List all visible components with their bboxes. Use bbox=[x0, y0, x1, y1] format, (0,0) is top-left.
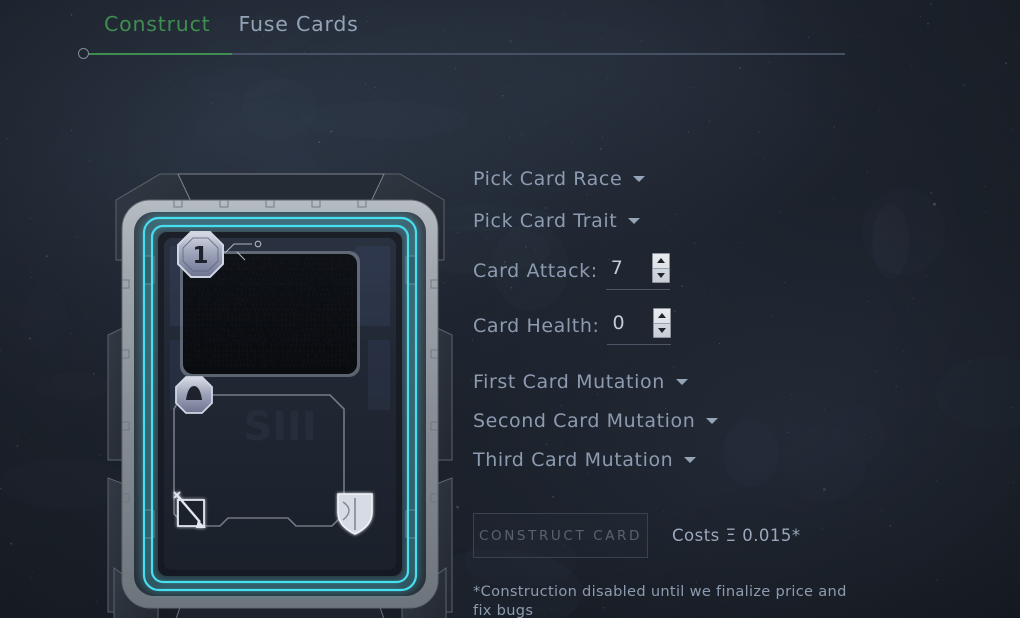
construction-disclaimer: *Construction disabled until we finalize… bbox=[473, 583, 847, 618]
svg-text:7vuuv1 bbkha 5f0 5nd 7rrwtsjt: 7vuuv1 bbkha 5f0 5nd 7rrwtsjt7d k rguckj… bbox=[185, 353, 359, 359]
pick-card-trait-label: Pick Card Trait bbox=[473, 210, 618, 232]
card-preview-panel: 8wh h 8 9n1pb5pve3rh3 ioylf6 aewya w 3 x… bbox=[100, 160, 460, 618]
tab-slider-knob[interactable] bbox=[78, 48, 89, 59]
construct-card-button[interactable]: CONSTRUCT CARD bbox=[473, 513, 648, 558]
card-health-stepper[interactable] bbox=[653, 308, 672, 338]
action-row: CONSTRUCT CARD Costs Ξ 0.015* bbox=[473, 513, 893, 558]
mutation-group: First Card Mutation Second Card Mutation… bbox=[473, 371, 893, 471]
first-card-mutation-label: First Card Mutation bbox=[473, 371, 665, 393]
svg-text:9t6jc35 n4sc7jbuw58haw43my8vq3: 9t6jc35 n4sc7jbuw58haw43my8vq3sls 37 ud5… bbox=[185, 282, 359, 288]
card-attack-label: Card Attack: bbox=[473, 260, 598, 282]
tab-construct[interactable]: Construct bbox=[104, 11, 211, 37]
svg-text:z7k djq xio2mj9r6erc1 j ms4c j: z7k djq xio2mj9r6erc1 j ms4c j ms5njo 3t… bbox=[185, 292, 359, 298]
chevron-down-icon bbox=[633, 176, 646, 182]
svg-text:dz3ehese8 bj xb2 z 9hi k178kz: dz3ehese8 bj xb2 z 9hi k178kz25hqvjy2 35… bbox=[185, 312, 359, 318]
svg-text:p1 64exbxec 85z 435cke u 82kv: p1 64exbxec 85z 435cke u 82kvkb n o8k1i … bbox=[185, 302, 359, 308]
svg-text:SIII: SIII bbox=[243, 404, 316, 450]
svg-text:ny bx4 3p xt8q95cl v hz a: ny bx4 3p xt8q95cl v hz a 2 a zhibz4u2jk bbox=[185, 297, 359, 303]
svg-text:60 f7 guu1jp3r fzx uk1c r5tv m: 60 f7 guu1jp3r fzx uk1c r5tv m4hymqo7rg8… bbox=[185, 358, 359, 364]
first-card-mutation-select[interactable]: First Card Mutation bbox=[473, 371, 893, 393]
tab-bar: Construct Fuse Cards bbox=[0, 6, 1020, 59]
card-construction-form: Pick Card Race Pick Card Trait Card Atta… bbox=[473, 168, 893, 618]
card-attack-row: Card Attack: bbox=[473, 252, 893, 290]
card-attack-stepper[interactable] bbox=[651, 253, 670, 283]
pick-card-trait-select[interactable]: Pick Card Trait bbox=[473, 210, 893, 232]
card-attack-increment[interactable] bbox=[652, 254, 669, 269]
card-attack-decrement[interactable] bbox=[653, 269, 669, 283]
pick-card-race-label: Pick Card Race bbox=[473, 168, 623, 190]
svg-text:6yhcr3q2z16hdf76a jm y cuamt6j: 6yhcr3q2z16hdf76a jm y cuamt6jfs rofe8 f… bbox=[185, 363, 359, 369]
svg-text:lr3n8k wi j mo3nb 356i 25 y9: lr3n8k wi j mo3nb 356i 25 y9e4s aa ao3mc… bbox=[185, 287, 359, 293]
card-health-row: Card Health: bbox=[473, 307, 893, 345]
chevron-down-icon bbox=[628, 218, 641, 224]
card-health-decrement[interactable] bbox=[654, 324, 670, 338]
card-health-input[interactable] bbox=[607, 312, 654, 334]
card-health-increment[interactable] bbox=[654, 309, 671, 324]
mana-orb-icon bbox=[175, 376, 213, 414]
pick-card-race-select[interactable]: Pick Card Race bbox=[473, 168, 893, 190]
svg-text:xn5f1hfie kp2h haqn r1j7 io d: xn5f1hfie kp2h haqn r1j7 io dxg8f2tmtje … bbox=[185, 333, 359, 339]
chevron-down-icon bbox=[684, 457, 697, 463]
svg-text:tb7x hb k bq06gz1ezu q1cb z r: tb7x hb k bq06gz1ezu q1cb z rb8w 9me dvj… bbox=[185, 317, 359, 323]
app-background: Construct Fuse Cards n1pb5pve3rh3 ioylf6… bbox=[0, 0, 1020, 618]
tab-underline-active bbox=[85, 53, 232, 55]
card-health-label: Card Health: bbox=[473, 315, 600, 337]
construct-cost-label: Costs Ξ 0.015* bbox=[672, 526, 801, 545]
svg-text:n23a 2 7cra4 756y x8 tk3kjmqcy: n23a 2 7cra4 756y x8 tk3kjmqcyni9jm7oxg4… bbox=[185, 343, 359, 349]
third-card-mutation-select[interactable]: Third Card Mutation bbox=[473, 449, 893, 471]
svg-text:7 5ep2l97ybxcbamanhyb8u ighsdu: 7 5ep2l97ybxcbamanhyb8u ighsdurw qe f76k… bbox=[185, 348, 359, 354]
chevron-down-icon bbox=[706, 418, 719, 424]
card-health-control[interactable] bbox=[607, 307, 672, 345]
second-card-mutation-select[interactable]: Second Card Mutation bbox=[473, 410, 893, 432]
svg-text:itf24fy7 9 k6b c 5ryr 4e43d9: itf24fy7 9 k6b c 5ryr 4e43d9 z e 7ztg 8b… bbox=[185, 322, 359, 328]
card-attack-control[interactable] bbox=[605, 252, 670, 290]
tab-fuse-cards[interactable]: Fuse Cards bbox=[239, 11, 359, 37]
svg-text:gr 8 bo9bge oip6tg30wcsyh63t j: gr 8 bo9bge oip6tg30wcsyh63t jf 2kd9wkp … bbox=[185, 307, 359, 313]
second-card-mutation-label: Second Card Mutation bbox=[473, 410, 696, 432]
card-level-badge: 1 bbox=[177, 231, 224, 278]
card-attack-input[interactable] bbox=[605, 257, 652, 279]
chevron-down-icon bbox=[675, 379, 688, 385]
third-card-mutation-label: Third Card Mutation bbox=[473, 449, 674, 471]
svg-text:g pl e2s7qq vqtv4j2 t7vlw7 vs: g pl e2s7qq vqtv4j2 t7vlw7 vs5b2yy9 izo2… bbox=[185, 327, 359, 333]
card-level-value: 1 bbox=[192, 243, 208, 269]
svg-text:c zj ig23xv aq2cu8pvb l 28n0pj: c zj ig23xv aq2cu8pvb l 28n0pjboso uywi3… bbox=[185, 338, 359, 344]
tab-list: Construct Fuse Cards bbox=[104, 11, 359, 37]
